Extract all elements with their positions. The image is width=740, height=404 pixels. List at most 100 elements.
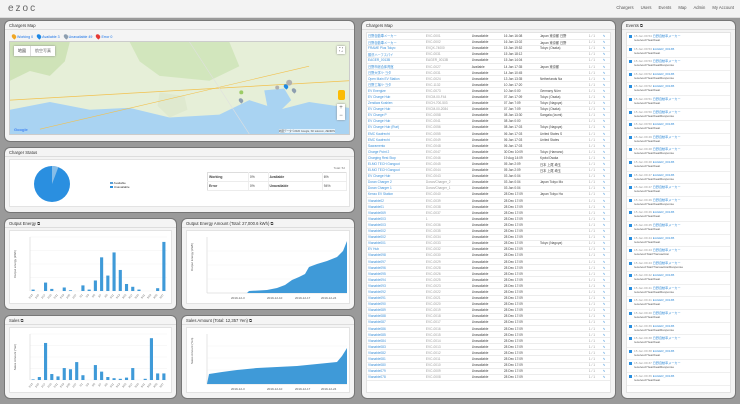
event-charger-link[interactable]: EAGER_0013B: [653, 173, 675, 177]
edit-icon[interactable]: ✎: [603, 168, 606, 172]
event-charger-link[interactable]: EAGER_0013B: [653, 236, 675, 240]
legend-item[interactable]: Error 0: [95, 33, 112, 40]
edit-icon[interactable]: ✎: [603, 119, 606, 123]
map-marker-icon[interactable]: [237, 90, 245, 108]
x-tick-label: 3/11: [109, 293, 116, 300]
edit-icon[interactable]: ✎: [603, 58, 606, 62]
external-link-icon[interactable]: ⧉: [37, 221, 40, 226]
edit-icon[interactable]: ✎: [603, 107, 606, 111]
map-type-satellite-button[interactable]: 航空写真: [31, 46, 55, 56]
panel-title-text: Output Energy Amount: [186, 221, 229, 226]
map-marker-icon[interactable]: [290, 80, 298, 98]
table-row[interactable]: Vlanable078 EVC-0008 Unavailable 28 Dec 17:…: [367, 374, 610, 381]
edit-icon[interactable]: ✎: [603, 192, 606, 196]
edit-icon[interactable]: ✎: [603, 52, 606, 56]
edit-icon[interactable]: ✎: [603, 46, 606, 50]
edit-icon[interactable]: ✎: [603, 253, 606, 257]
nav-item[interactable]: My Account: [712, 5, 734, 10]
nav-item[interactable]: Admin: [693, 5, 705, 10]
edit-icon[interactable]: ✎: [603, 180, 606, 184]
edit-icon[interactable]: ✎: [603, 132, 606, 136]
edit-icon[interactable]: ✎: [603, 241, 606, 245]
nav-item[interactable]: Users: [641, 5, 652, 10]
event-charger-link[interactable]: 日野自動車メーカー: [653, 110, 681, 114]
edit-icon[interactable]: ✎: [603, 363, 606, 367]
edit-icon[interactable]: ✎: [603, 290, 606, 294]
legend-item[interactable]: Working 0: [10, 33, 33, 40]
edit-icon[interactable]: ✎: [603, 211, 606, 215]
edit-icon[interactable]: ✎: [603, 71, 606, 75]
map-type-map-button[interactable]: 地図: [14, 46, 31, 56]
edit-icon[interactable]: ✎: [603, 229, 606, 233]
external-link-icon[interactable]: ⧉: [271, 221, 274, 226]
edit-icon[interactable]: ✎: [603, 314, 606, 318]
edit-icon[interactable]: ✎: [603, 302, 606, 306]
edit-icon[interactable]: ✎: [603, 101, 606, 105]
edit-icon[interactable]: ✎: [603, 77, 606, 81]
edit-icon[interactable]: ✎: [603, 345, 606, 349]
edit-icon[interactable]: ✎: [603, 95, 606, 99]
x-tick-label: 2/15: [34, 382, 41, 389]
street-view-pegman-icon[interactable]: [338, 90, 345, 100]
map-marker-icon[interactable]: [282, 76, 290, 94]
fullscreen-icon[interactable]: ⛶: [337, 46, 345, 54]
edit-icon[interactable]: ✎: [603, 375, 606, 379]
edit-icon[interactable]: ✎: [603, 162, 606, 166]
edit-icon[interactable]: ✎: [603, 320, 606, 324]
event-text: 15 Jan 09:44 EAGER_0013B received Heartbe…: [634, 236, 674, 246]
zoom-out-button[interactable]: −: [337, 112, 345, 120]
event-charger-link[interactable]: EAGER_0013B: [653, 47, 675, 51]
edit-icon[interactable]: ✎: [603, 174, 606, 178]
edit-icon[interactable]: ✎: [603, 260, 606, 264]
edit-icon[interactable]: ✎: [603, 284, 606, 288]
edit-icon[interactable]: ✎: [603, 369, 606, 373]
external-link-icon[interactable]: ⧉: [640, 23, 643, 28]
cell-name[interactable]: Vlanable078: [367, 374, 425, 381]
edit-icon[interactable]: ✎: [603, 150, 606, 154]
legend-item[interactable]: Available 3: [35, 33, 60, 40]
edit-icon[interactable]: ✎: [603, 296, 606, 300]
chargers-map-panel: Chargers Map Working 0 Available 3 Unavail…: [4, 20, 355, 142]
edit-icon[interactable]: ✎: [603, 327, 606, 331]
chart-area: 2/13 2/15 2/17 2/19 2/21 2/23 2/25 2/27 3/1 3/3 3/…: [9, 327, 172, 393]
edit-icon[interactable]: ✎: [603, 235, 606, 239]
edit-icon[interactable]: ✎: [603, 83, 606, 87]
edit-icon[interactable]: ✎: [603, 34, 606, 38]
nav-item[interactable]: Chargers: [616, 5, 633, 10]
edit-icon[interactable]: ✎: [603, 351, 606, 355]
edit-icon[interactable]: ✎: [603, 266, 606, 270]
edit-icon[interactable]: ✎: [603, 138, 606, 142]
edit-icon[interactable]: ✎: [603, 113, 606, 117]
edit-icon[interactable]: ✎: [603, 247, 606, 251]
edit-icon[interactable]: ✎: [603, 144, 606, 148]
edit-icon[interactable]: ✎: [603, 217, 606, 221]
bar: [100, 257, 104, 291]
panel-title: Output Energy ⧉: [5, 219, 176, 228]
edit-icon[interactable]: ✎: [603, 223, 606, 227]
nav-item[interactable]: Events: [659, 5, 672, 10]
edit-icon[interactable]: ✎: [603, 272, 606, 276]
edit-icon[interactable]: ✎: [603, 278, 606, 282]
list-item: 15 Jan 09:39 EAGER_0013B received Heartbe…: [627, 323, 730, 336]
edit-icon[interactable]: ✎: [603, 125, 606, 129]
edit-icon[interactable]: ✎: [603, 156, 606, 160]
edit-icon[interactable]: ✎: [603, 357, 606, 361]
external-link-icon[interactable]: ⧉: [21, 318, 24, 323]
nav-item[interactable]: Map: [678, 5, 686, 10]
google-map[interactable]: 地図 航空写真 ⛶ + − Google 地図データ ©2020 Google,…: [9, 41, 350, 135]
event-icon: [629, 299, 632, 303]
edit-icon[interactable]: ✎: [603, 186, 606, 190]
edit-icon[interactable]: ✎: [603, 205, 606, 209]
edit-icon[interactable]: ✎: [603, 339, 606, 343]
edit-icon[interactable]: ✎: [603, 40, 606, 44]
edit-icon[interactable]: ✎: [603, 333, 606, 337]
brand-logo[interactable]: ezoc: [8, 3, 37, 14]
zoom-in-button[interactable]: +: [337, 104, 345, 112]
list-item: 15 Jan 09:37 日野自動車メーカー received Heartbeat…: [627, 360, 730, 374]
legend-item[interactable]: Unavailable 49: [62, 33, 92, 40]
external-link-icon[interactable]: ⧉: [249, 318, 252, 323]
edit-icon[interactable]: ✎: [603, 308, 606, 312]
edit-icon[interactable]: ✎: [603, 65, 606, 69]
edit-icon[interactable]: ✎: [603, 89, 606, 93]
edit-icon[interactable]: ✎: [603, 199, 606, 203]
